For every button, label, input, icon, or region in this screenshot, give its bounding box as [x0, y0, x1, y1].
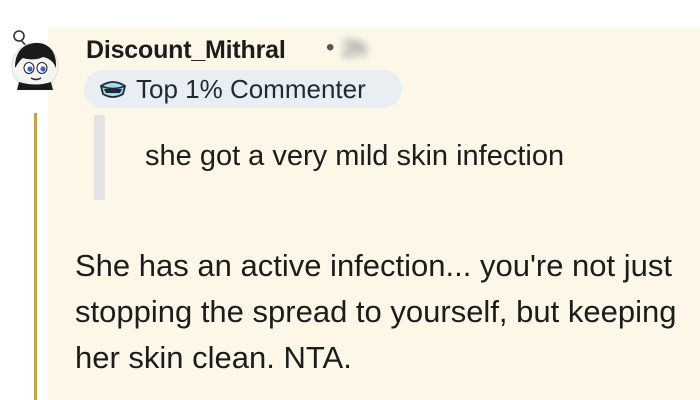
user-flair: Top 1% Commenter — [84, 70, 402, 108]
top-commenter-badge-icon — [98, 77, 128, 101]
quoted-text: she got a very mild skin infection — [145, 140, 565, 172]
timestamp: 2h — [342, 36, 367, 61]
username[interactable]: Discount_Mithral — [86, 36, 286, 65]
avatar-icon — [11, 30, 59, 90]
user-avatar[interactable] — [7, 30, 63, 90]
quote-bar — [94, 115, 105, 200]
meta-separator: • — [326, 34, 335, 61]
comment-body: She has an active infection... you're no… — [75, 248, 677, 375]
flair-label: Top 1% Commenter — [136, 73, 366, 104]
thread-line[interactable] — [34, 113, 37, 400]
